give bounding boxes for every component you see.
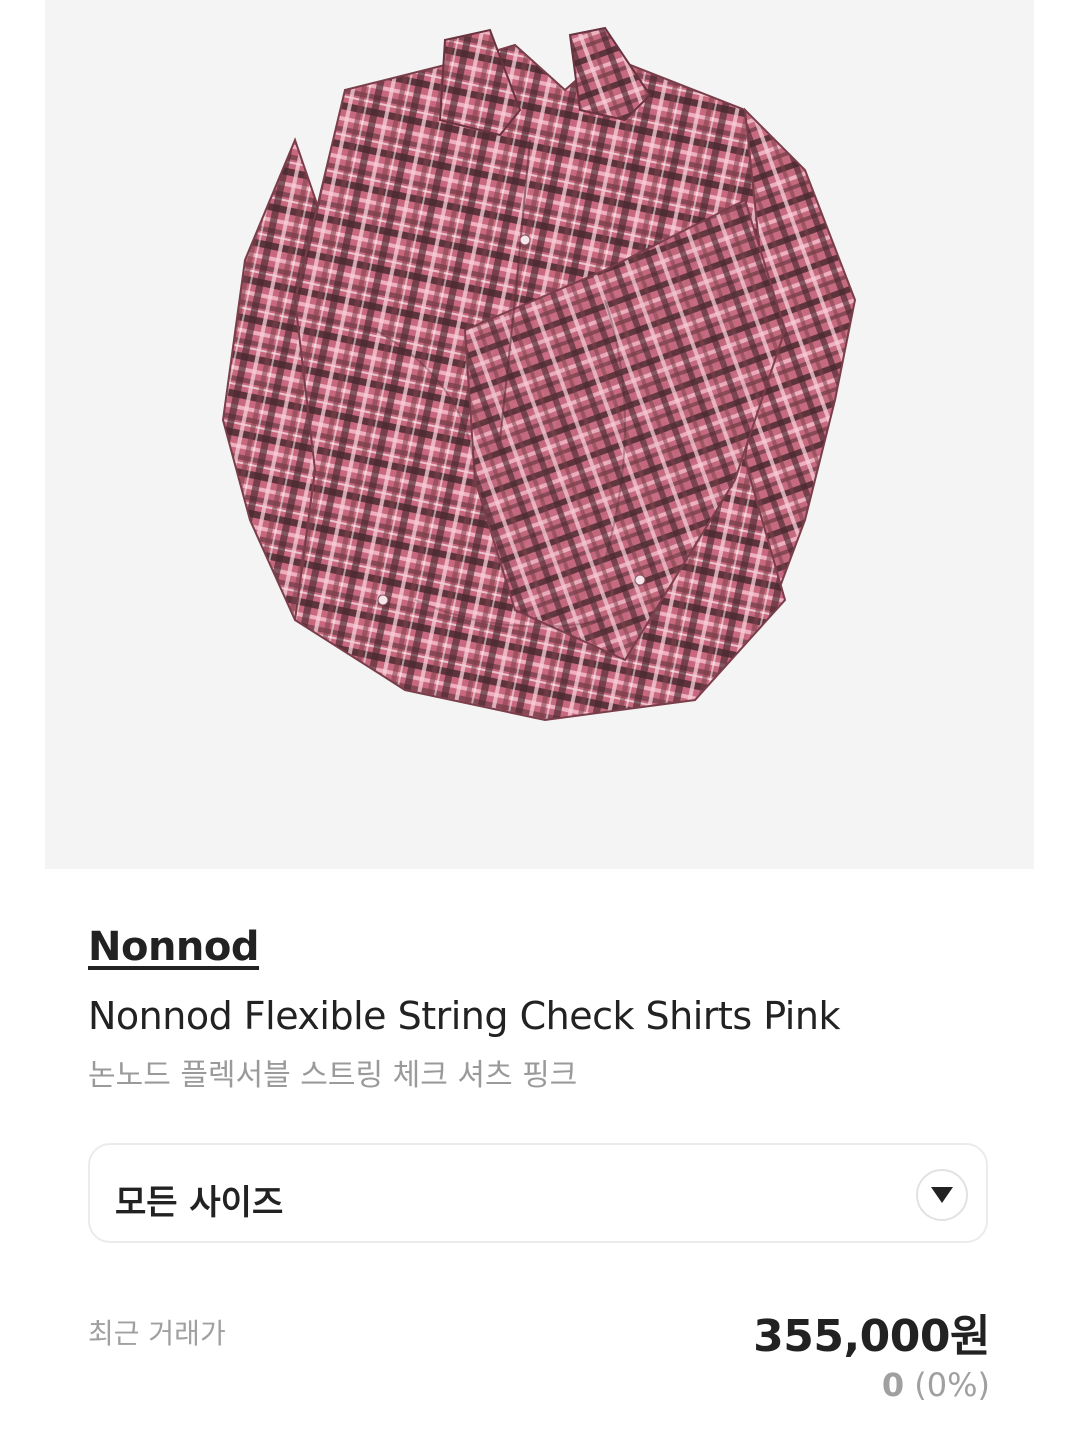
- recent-trade-label: 최근 거래가: [88, 1317, 226, 1350]
- chevron-down-icon: [931, 1187, 953, 1203]
- product-image[interactable]: [45, 0, 1034, 869]
- size-select-label: 모든 사이즈: [115, 1183, 284, 1223]
- recent-trade-price: 355,000원: [753, 1311, 990, 1362]
- product-title-en: Nonnod Flexible String Check Shirts Pink: [88, 994, 840, 1038]
- price-change: 0 (0%): [882, 1366, 990, 1404]
- size-select-chevron[interactable]: [916, 1169, 968, 1221]
- price-change-value: 0: [881, 1366, 905, 1404]
- pink-check-shirt-photo: [221, 26, 857, 722]
- product-title-ko: 논노드 플렉서블 스트링 체크 셔츠 핑크: [88, 1058, 578, 1093]
- size-select[interactable]: 모든 사이즈: [88, 1143, 988, 1243]
- price-change-percent: (0%): [914, 1366, 990, 1404]
- brand-link[interactable]: Nonnod: [88, 924, 260, 970]
- product-page: Nonnod Nonnod Flexible String Check Shir…: [0, 0, 1080, 1440]
